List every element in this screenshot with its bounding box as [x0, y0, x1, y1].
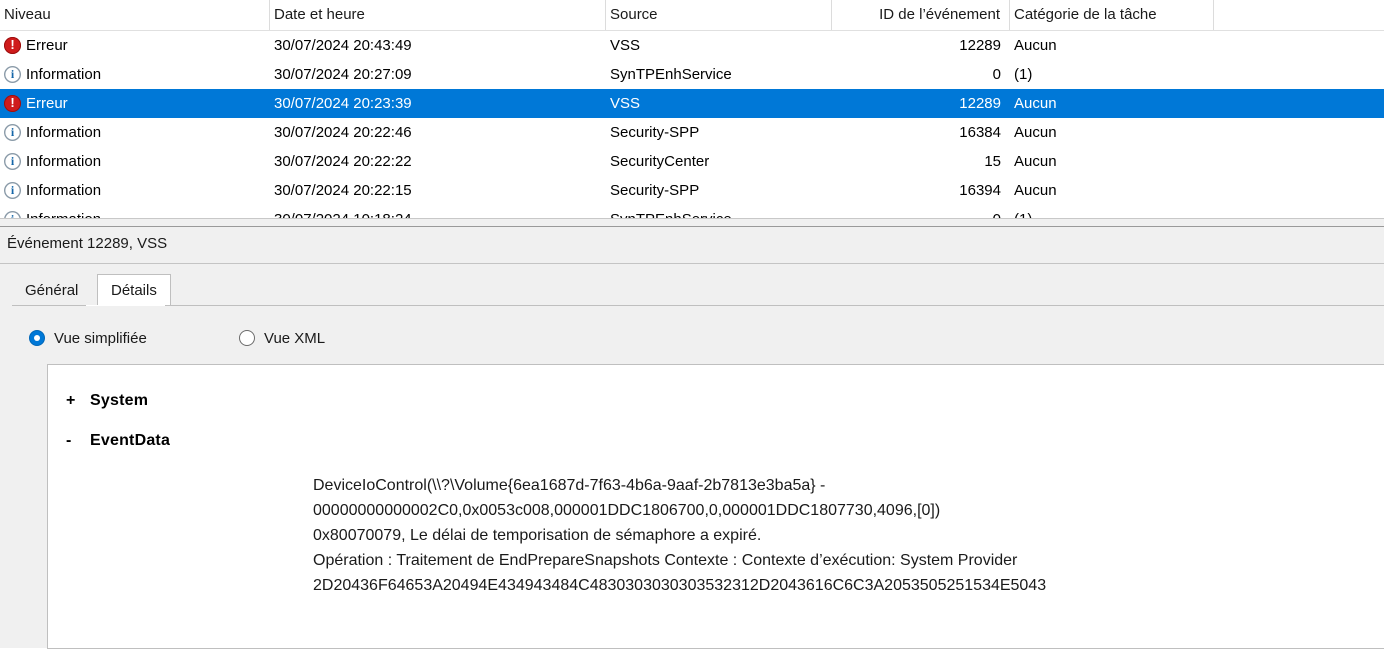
cell-level-label: Information — [26, 153, 102, 170]
cell-level: Erreur — [4, 89, 270, 118]
event-data-view[interactable]: + System - EventData DeviceIoControl(\\?\V… — [47, 364, 1384, 649]
cell-task-category: (1) — [1014, 205, 1214, 218]
eventdata-values: DeviceIoControl(\\?\Volume{6ea1687d-7f63… — [313, 473, 1384, 598]
cell-event-id: 12289 — [959, 37, 1001, 54]
column-header-event-id[interactable]: ID de l’événement — [832, 0, 1010, 30]
error-icon — [4, 36, 21, 54]
cell-event-id: 15 — [984, 153, 1001, 170]
cell-source: VSS — [610, 37, 641, 54]
table-row[interactable]: Information 30/07/2024 20:27:09 SynTPEnh… — [0, 60, 1384, 89]
table-row[interactable]: Erreur 30/07/2024 20:43:49 VSS 12289 Auc… — [0, 31, 1384, 60]
cell-level-label: Information — [26, 124, 102, 141]
cell-level-label: Information — [26, 205, 101, 218]
information-icon — [4, 152, 21, 170]
cell-level-label: Information — [26, 66, 102, 83]
cell-task-category: Aucun — [1014, 153, 1057, 170]
column-header-task-category[interactable]: Catégorie de la tâche — [1014, 0, 1214, 30]
cell-level-label: Erreur — [26, 95, 68, 112]
information-icon — [4, 181, 21, 199]
cell-level: Erreur — [4, 31, 270, 60]
tree-node-eventdata[interactable]: - EventData — [66, 432, 170, 450]
cell-source: SecurityCenter — [610, 153, 710, 170]
cell-level-label: Information — [26, 182, 102, 199]
event-list-header: Niveau Date et heure Source ID de l’évén… — [0, 0, 1384, 31]
title-divider — [0, 263, 1384, 264]
tab-panel-details: Vue simplifiée Vue XML + System - EventDat… — [12, 305, 1384, 649]
information-icon — [4, 65, 21, 83]
error-icon — [4, 94, 21, 112]
cell-source: Security-SPP — [610, 124, 700, 141]
cell-event-id: 16394 — [959, 182, 1001, 199]
cell-task-category: Aucun — [1014, 182, 1057, 199]
cell-level-label: Erreur — [26, 37, 68, 54]
table-row-selected[interactable]: Erreur 30/07/2024 20:23:39 VSS 12289 Auc… — [0, 89, 1384, 118]
expand-plus-icon[interactable]: + — [66, 392, 90, 410]
cell-level: Information — [4, 118, 270, 147]
detail-tabstrip: Général Détails — [12, 274, 1372, 306]
eventdata-line: DeviceIoControl(\\?\Volume{6ea1687d-7f63… — [313, 477, 826, 494]
column-header-datetime[interactable]: Date et heure — [274, 0, 606, 30]
radio-unselected-icon — [239, 330, 255, 346]
cell-datetime: 30/07/2024 20:22:15 — [274, 182, 412, 199]
radio-friendly-view[interactable]: Vue simplifiée — [29, 326, 147, 350]
table-row[interactable]: Information 30/07/2024 20:22:15 Security… — [0, 176, 1384, 205]
cell-level: Information — [4, 205, 270, 218]
cell-datetime: 30/07/2024 20:23:39 — [274, 95, 412, 112]
eventdata-line: 0x80070079, Le délai de temporisation de… — [313, 527, 762, 544]
cell-source: VSS — [610, 95, 641, 112]
eventdata-line: Opération : Traitement de EndPrepareSnap… — [313, 552, 1018, 569]
cell-source: SynTPEnhService — [610, 66, 732, 83]
event-detail-pane: Événement 12289, VSS Général Détails Vue… — [0, 227, 1384, 649]
table-row[interactable]: Information 30/07/2024 10:18:24 SynTPEnh… — [0, 205, 1384, 218]
cell-task-category: Aucun — [1014, 37, 1057, 54]
column-header-level[interactable]: Niveau — [4, 0, 270, 30]
cell-task-category: Aucun — [1014, 124, 1057, 141]
radio-friendly-view-label: Vue simplifiée — [54, 329, 147, 347]
radio-xml-view[interactable]: Vue XML — [239, 326, 325, 350]
cell-datetime: 30/07/2024 10:18:24 — [274, 205, 606, 218]
tab-joiner — [86, 305, 165, 306]
cell-event-id: 0 — [832, 205, 1010, 218]
cell-event-id: 12289 — [959, 95, 1001, 112]
cell-datetime: 30/07/2024 20:22:22 — [274, 153, 412, 170]
collapse-minus-icon[interactable]: - — [66, 432, 90, 450]
cell-level: Information — [4, 147, 270, 176]
information-icon — [4, 123, 21, 141]
information-icon — [4, 210, 21, 218]
table-row[interactable]: Information 30/07/2024 20:22:46 Security… — [0, 118, 1384, 147]
cell-event-id: 0 — [992, 66, 1001, 83]
cell-source: Security-SPP — [610, 182, 700, 199]
cell-task-category: (1) — [1014, 66, 1033, 83]
cell-level: Information — [4, 176, 270, 205]
tree-node-eventdata-label: EventData — [90, 432, 171, 449]
cell-event-id: 16384 — [959, 124, 1001, 141]
cell-datetime: 30/07/2024 20:22:46 — [274, 124, 412, 141]
cell-task-category: Aucun — [1014, 95, 1057, 112]
tab-details[interactable]: Détails — [97, 274, 171, 306]
event-detail-title: Événement 12289, VSS — [7, 235, 168, 252]
cell-level: Information — [4, 60, 270, 89]
column-header-source[interactable]: Source — [610, 0, 832, 30]
tree-node-system[interactable]: + System — [66, 392, 148, 410]
event-list[interactable]: Niveau Date et heure Source ID de l’évén… — [0, 0, 1384, 218]
eventdata-line: 2D20436F64653A20494E434943484C4830303030… — [313, 577, 1047, 594]
cell-datetime: 30/07/2024 20:43:49 — [274, 37, 412, 54]
cell-datetime: 30/07/2024 20:27:09 — [274, 66, 412, 83]
table-row[interactable]: Information 30/07/2024 20:22:22 Security… — [0, 147, 1384, 176]
radio-selected-icon — [29, 330, 45, 346]
tree-node-system-label: System — [90, 392, 149, 409]
pane-splitter[interactable] — [0, 218, 1384, 227]
tab-general[interactable]: Général — [12, 276, 91, 306]
eventdata-line: 00000000000002C0,0x0053c008,000001DDC180… — [313, 502, 941, 519]
radio-xml-view-label: Vue XML — [264, 329, 326, 347]
cell-source: SynTPEnhService — [610, 205, 832, 218]
